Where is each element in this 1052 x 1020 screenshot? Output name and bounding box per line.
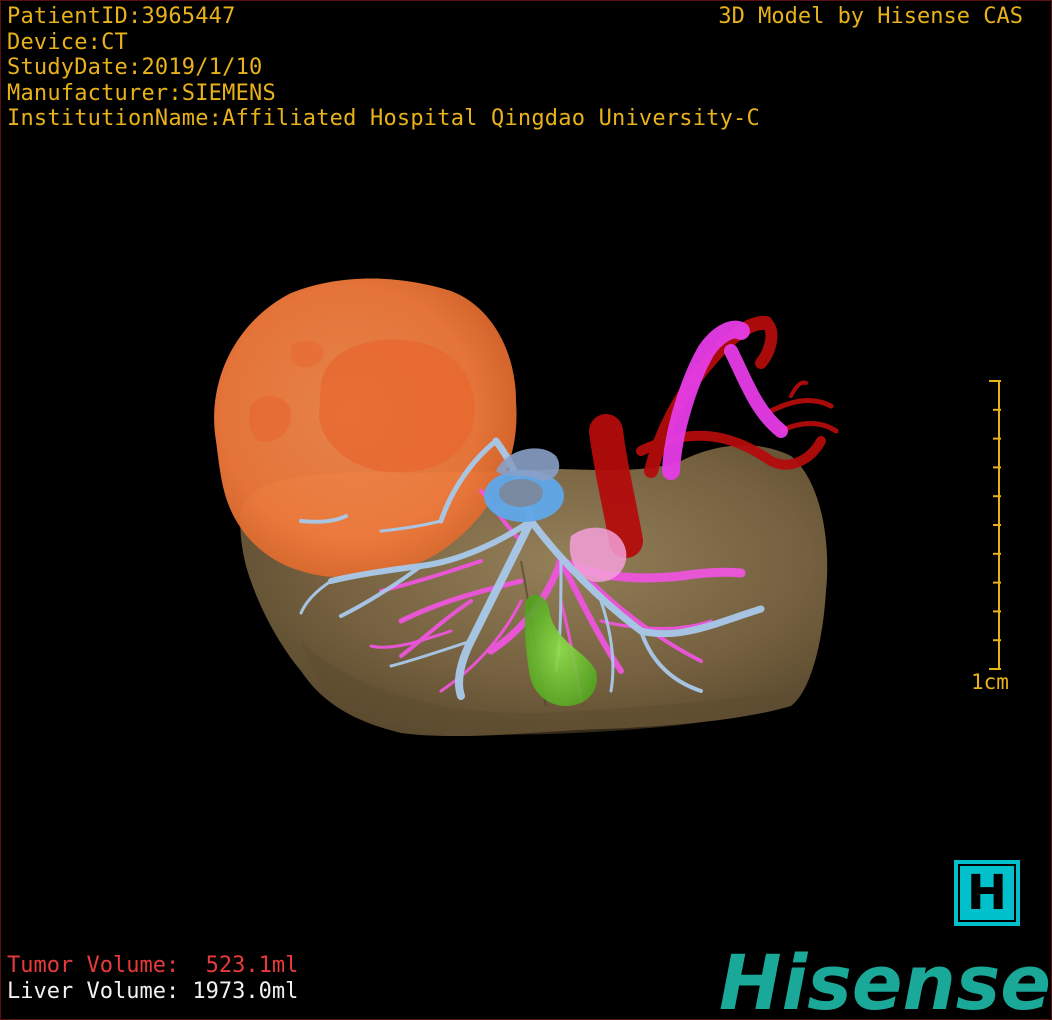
- liver-volume: Liver Volume: 1973.0ml: [7, 979, 299, 1004]
- hisense-logo-text: Hisense: [719, 943, 1051, 1020]
- study-date: StudyDate:2019/1/10: [7, 55, 263, 80]
- institution-name: InstitutionName:Affiliated Hospital Qing…: [7, 106, 760, 131]
- patient-id: PatientID:3965447: [7, 4, 236, 29]
- device: Device:CT: [7, 29, 129, 55]
- ivc-lumen: [499, 479, 543, 507]
- h-button-label: H: [966, 865, 1008, 921]
- tumor-volume: Tumor Volume: 523.1ml: [7, 953, 299, 978]
- hisense-logo: Hisense: [719, 943, 1051, 1020]
- h-logo-button[interactable]: H: [954, 860, 1020, 926]
- scale-bar: [989, 380, 1001, 670]
- volume-readouts: Tumor Volume: 523.1ml Liver Volume: 1973…: [7, 953, 298, 1005]
- scale-label: 1cm: [971, 670, 1009, 694]
- manufacturer: Manufacturer:SIEMENS: [7, 80, 276, 106]
- model-brand-label: 3D Model by Hisense CAS: [718, 4, 1023, 29]
- liver-3d-model[interactable]: [1, 1, 1052, 1020]
- 3d-viewport[interactable]: PatientID:3965447 Device:CT StudyDate:20…: [0, 0, 1052, 1020]
- tumor-inner-lobe: [319, 339, 475, 473]
- patient-info-overlay: PatientID:3965447 Device:CT StudyDate:20…: [7, 4, 760, 132]
